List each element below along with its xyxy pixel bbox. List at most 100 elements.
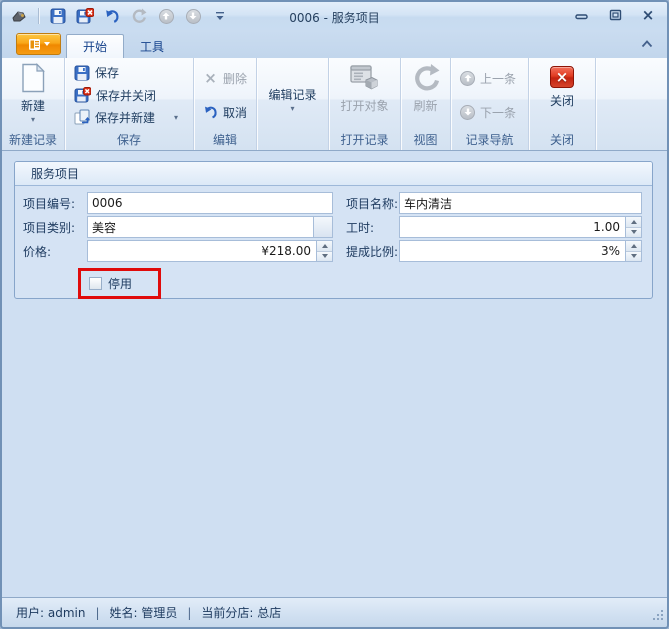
item-code-label: 项目编号:: [23, 195, 87, 212]
save-and-close-icon[interactable]: [76, 7, 94, 25]
service-item-groupbox: 服务项目 项目编号: 项目名称: 项目类别: 工时:: [14, 161, 653, 299]
spin-down-icon[interactable]: [626, 228, 641, 238]
save-icon[interactable]: [49, 7, 67, 25]
group-label-save: 保存: [67, 131, 191, 150]
new-dropdown-caret-icon: ▾: [31, 116, 35, 124]
cancel-button[interactable]: 取消: [200, 102, 250, 123]
spin-down-icon[interactable]: [317, 252, 332, 262]
next-record-button: 下一条: [457, 102, 522, 123]
commission-value[interactable]: [400, 241, 625, 261]
combobox-dropdown-icon[interactable]: [313, 217, 332, 237]
spin-down-icon[interactable]: [626, 252, 641, 262]
delete-button: × 删除: [200, 68, 250, 89]
ribbon-tab-row: 开始 工具: [2, 30, 667, 58]
group-label-new-record: 新建记录: [4, 131, 62, 150]
disabled-checkbox-label: 停用: [108, 275, 132, 292]
price-spinner[interactable]: [87, 240, 333, 262]
new-page-icon: [20, 63, 46, 93]
save-and-new-caret-icon: ▾: [174, 113, 178, 122]
ribbon-group-open-record: 打开对象 打开记录: [329, 58, 401, 150]
refresh-icon: [411, 63, 441, 93]
refresh-button: 刷新: [399, 59, 453, 131]
item-code-input[interactable]: [87, 192, 333, 214]
disabled-checkbox[interactable]: [89, 277, 102, 290]
save-and-close-icon: [74, 87, 91, 103]
form-row-3: 价格: 提成比例:: [23, 240, 644, 262]
save-and-close-button[interactable]: 保存并关闭: [71, 85, 187, 106]
ribbon-group-close: × 关闭 关闭: [529, 58, 596, 150]
form-row-1: 项目编号: 项目名称:: [23, 192, 644, 214]
previous-arrow-icon: [460, 71, 475, 86]
form-area: 服务项目 项目编号: 项目名称: 项目类别: 工时:: [2, 151, 667, 597]
next-arrow-icon: [460, 105, 475, 120]
ribbon-group-edit: × 删除 取消 编辑: [194, 58, 257, 150]
group-label-open-record: 打开记录: [331, 131, 398, 150]
app-window: 0006 - 服务项目: [0, 0, 669, 629]
item-category-value[interactable]: [88, 217, 313, 237]
spin-up-icon[interactable]: [626, 241, 641, 252]
edit-record-caret-icon: ▾: [290, 105, 294, 113]
commission-spinner[interactable]: [399, 240, 642, 262]
ribbon: 新建 ▾ 新建记录 保存 保存并关闭: [2, 58, 667, 151]
application-menu-button[interactable]: [16, 33, 61, 55]
group-label-edit-record: [259, 131, 326, 150]
close-window-button[interactable]: × 关闭: [535, 59, 589, 131]
redo-icon-disabled: [130, 7, 148, 25]
spin-up-icon[interactable]: [317, 241, 332, 252]
highlight-box: 停用: [78, 268, 161, 299]
app-icon: [10, 7, 28, 25]
item-category-combobox[interactable]: [87, 216, 333, 238]
tab-tools[interactable]: 工具: [124, 34, 180, 58]
status-branch: 当前分店: 总店: [201, 604, 281, 621]
status-separator: |: [95, 606, 99, 620]
price-label: 价格:: [23, 243, 87, 260]
ribbon-tabs: 开始 工具: [66, 34, 180, 58]
group-label-view: 视图: [403, 131, 448, 150]
save-icon: [74, 65, 90, 81]
groupbox-title: 服务项目: [15, 162, 652, 186]
group-label-edit: 编辑: [196, 131, 254, 150]
qat-customize-icon[interactable]: [211, 7, 229, 25]
ribbon-group-new-record: 新建 ▾ 新建记录: [2, 58, 65, 150]
ribbon-group-save: 保存 保存并关闭 保存并新建 ▾ 保存: [65, 58, 194, 150]
ribbon-filler: [596, 58, 667, 150]
work-hours-value[interactable]: [400, 217, 625, 237]
undo-icon[interactable]: [103, 7, 121, 25]
form-row-4: 停用: [78, 268, 161, 299]
qat-separator: [38, 8, 39, 24]
work-hours-label: 工时:: [346, 219, 399, 236]
group-label-close: 关闭: [531, 131, 593, 150]
previous-record-icon-disabled: [157, 7, 175, 25]
app-menu-icon: [28, 38, 41, 51]
status-user: 用户: admin: [16, 604, 85, 621]
restore-icon[interactable]: [606, 7, 624, 23]
cancel-undo-icon: [203, 104, 218, 120]
resize-grip[interactable]: [652, 609, 664, 624]
minimize-icon[interactable]: [573, 7, 591, 23]
window-controls: ×: [573, 7, 657, 23]
spin-up-icon[interactable]: [626, 217, 641, 228]
close-icon[interactable]: ×: [639, 7, 657, 23]
spinner-buttons: [316, 241, 332, 261]
item-name-input[interactable]: [399, 192, 642, 214]
save-and-new-button[interactable]: 保存并新建 ▾: [71, 107, 187, 128]
ribbon-group-record-navigation: 上一条 下一条 记录导航: [451, 58, 529, 150]
group-label-record-navigation: 记录导航: [453, 131, 526, 150]
commission-label: 提成比例:: [346, 243, 399, 260]
save-button[interactable]: 保存: [71, 62, 187, 83]
close-red-x-icon: ×: [550, 66, 574, 88]
price-value[interactable]: [88, 241, 316, 261]
status-name: 姓名: 管理员: [110, 604, 178, 621]
edit-record-button[interactable]: 编辑记录 ▾: [264, 59, 320, 131]
spinner-buttons: [625, 241, 641, 261]
app-menu-caret-icon: [44, 42, 50, 46]
work-hours-spinner[interactable]: [399, 216, 642, 238]
ribbon-collapse-icon[interactable]: [639, 38, 655, 50]
delete-x-icon: ×: [203, 71, 218, 85]
tab-home[interactable]: 开始: [66, 34, 124, 58]
new-button[interactable]: 新建 ▾: [6, 59, 60, 131]
open-object-icon: [349, 63, 379, 93]
item-category-label: 项目类别:: [23, 219, 87, 236]
title-bar: 0006 - 服务项目: [2, 2, 667, 30]
status-bar: 用户: admin | 姓名: 管理员 | 当前分店: 总店: [2, 597, 667, 627]
